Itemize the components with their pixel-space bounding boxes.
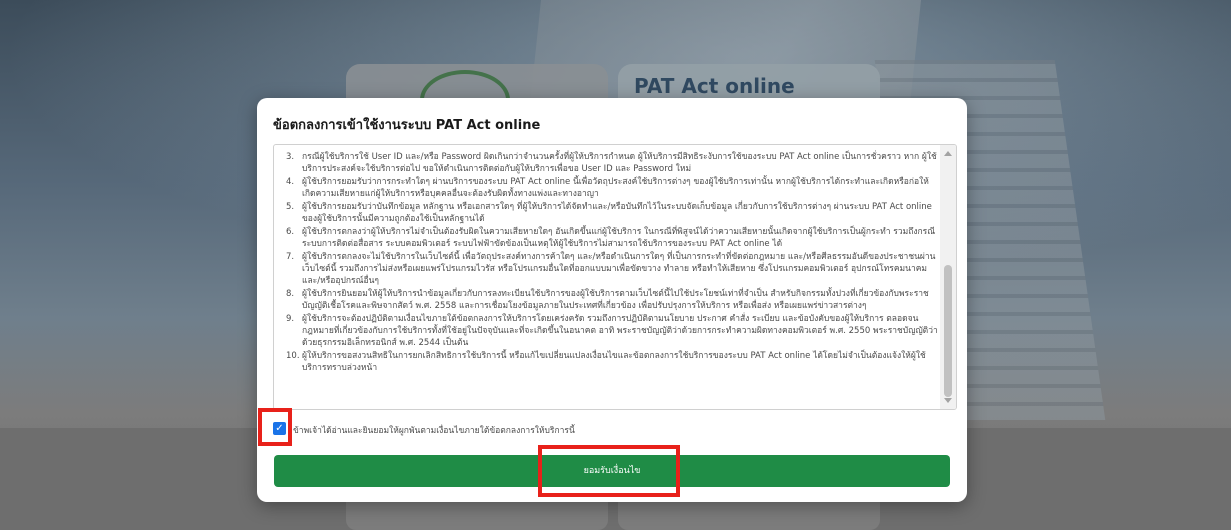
highlight-checkbox-box xyxy=(258,408,292,446)
scroll-up-arrow-icon[interactable] xyxy=(944,151,952,156)
terms-item: 9. ผู้ใช้บริการจะต้องปฏิบัติตามเงื่อนไขภา… xyxy=(286,314,938,348)
terms-item: 6. ผู้ใช้บริการตกลงว่าผู้ให้บริการไม่จำเป… xyxy=(286,227,936,249)
terms-list: 3. กรณีผู้ใช้บริการใช้ User ID และ/หรือ P… xyxy=(286,151,938,375)
terms-item: 7. ผู้ใช้บริการตกลงจะไม่ใช้บริการในเว็บไซ… xyxy=(286,252,936,286)
highlight-accept-button-box xyxy=(538,445,680,497)
terms-item: 10. ผู้ให้บริการขอสงวนสิทธิในการยกเลิกสิท… xyxy=(286,351,926,373)
terms-item: 4. ผู้ใช้บริการยอมรับว่าการกระทำใดๆ ผ่านบ… xyxy=(286,177,929,199)
terms-item: 3. กรณีผู้ใช้บริการใช้ User ID และ/หรือ P… xyxy=(286,152,937,174)
terms-modal: ข้อตกลงการเข้าใช้งานระบบ PAT Act online … xyxy=(257,98,967,502)
terms-item: 5. ผู้ใช้บริการยอมรับว่าบันทึกข้อมูล หลัก… xyxy=(286,202,932,224)
agree-row: ✓ ข้าพเจ้าได้อ่านและยินยอมให้ผูกพันตามเง… xyxy=(273,420,873,438)
background-title: PAT Act online xyxy=(634,74,795,98)
scroll-thumb[interactable] xyxy=(944,265,952,397)
terms-item: 8. ผู้ใช้บริการยินยอมให้ผู้ให้บริการนำข้อ… xyxy=(286,289,929,311)
modal-title: ข้อตกลงการเข้าใช้งานระบบ PAT Act online xyxy=(273,118,541,133)
agree-label[interactable]: ข้าพเจ้าได้อ่านและยินยอมให้ผูกพันตามเงื่… xyxy=(293,423,575,437)
scroll-down-arrow-icon[interactable] xyxy=(944,398,952,403)
terms-scroll-box[interactable]: 3. กรณีผู้ใช้บริการใช้ User ID และ/หรือ P… xyxy=(273,144,957,410)
terms-scrollbar[interactable] xyxy=(940,145,956,409)
